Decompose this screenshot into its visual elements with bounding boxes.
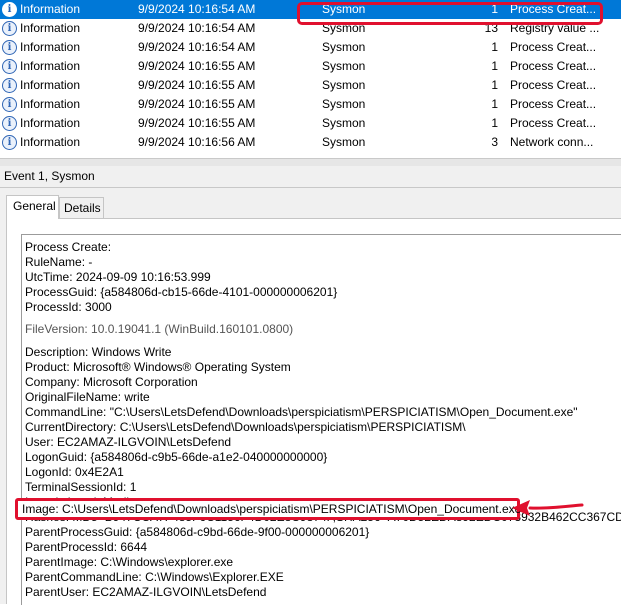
event-text-line: CurrentDirectory: C:\Users\LetsDefend\Do… — [25, 420, 466, 434]
event-id-cell: 1 — [491, 116, 498, 130]
source-cell: Sysmon — [322, 21, 366, 35]
event-list[interactable]: i Information 9/9/2024 10:16:54 AM Sysmon 1 P… — [0, 0, 621, 158]
event-text-line: ParentProcessGuid: {a584806d-c9bd-66de-9… — [25, 525, 370, 539]
task-category-cell: Process Creat... — [510, 97, 597, 111]
task-category-cell: Network conn... — [510, 135, 594, 149]
event-text-line: ProcessId: 3000 — [25, 300, 112, 314]
level-cell: Information — [20, 59, 81, 73]
event-description-text[interactable]: Process Create: RuleName: - UtcTime: 2024-… — [21, 234, 621, 605]
level-cell: Information — [20, 21, 81, 35]
level-cell: Information — [20, 97, 81, 111]
info-icon: i — [2, 116, 17, 131]
image-path-line: Image: C:\Users\LetsDefend\Downloads\per… — [22, 502, 522, 516]
source-cell: Sysmon — [322, 78, 366, 92]
info-icon: i — [2, 21, 17, 36]
source-cell: Sysmon — [322, 97, 366, 111]
event-id-cell: 13 — [484, 21, 498, 35]
event-text-line: TerminalSessionId: 1 — [25, 480, 137, 494]
event-text-line: FileVersion: 10.0.19041.1 (WinBuild.1601… — [25, 322, 294, 336]
date-cell: 9/9/2024 10:16:55 AM — [138, 59, 256, 73]
tab-details[interactable]: Details — [59, 197, 104, 218]
date-cell: 9/9/2024 10:16:55 AM — [138, 116, 256, 130]
task-category-cell: Process Creat... — [510, 78, 597, 92]
info-icon: i — [2, 2, 17, 17]
event-details-pane: Details General Process Create: RuleName:… — [0, 188, 621, 605]
date-cell: 9/9/2024 10:16:54 AM — [138, 40, 256, 54]
table-row[interactable]: i Information 9/9/2024 10:16:54 AM Sysmon 1 P… — [0, 0, 621, 19]
event-id-cell: 1 — [491, 59, 498, 73]
event-text-line: LogonId: 0x4E2A1 — [25, 465, 124, 479]
event-text-line: RuleName: - — [25, 255, 93, 269]
table-row[interactable]: i Information 9/9/2024 10:16:55 AM Sysmon 1 P… — [0, 95, 621, 114]
event-text-line: Process Create: — [25, 240, 112, 254]
table-row[interactable]: i Information 9/9/2024 10:16:55 AM Sysmon 1 P… — [0, 76, 621, 95]
event-text-line: Company: Microsoft Corporation — [25, 375, 198, 389]
task-category-cell: Process Creat... — [510, 40, 597, 54]
event-text-line: OriginalFileName: write — [25, 390, 150, 404]
info-icon: i — [2, 78, 17, 93]
event-text-line: ParentCommandLine: C:\Windows\Explorer.E… — [25, 570, 284, 584]
source-cell: Sysmon — [322, 59, 366, 73]
event-id-cell: 1 — [491, 2, 498, 16]
table-row[interactable]: i Information 9/9/2024 10:16:54 AM Sysmon 13… — [0, 19, 621, 38]
event-id-cell: 3 — [491, 135, 498, 149]
level-cell: Information — [20, 2, 81, 16]
event-text-line: ProcessGuid: {a584806d-cb15-66de-4101-00… — [25, 285, 338, 299]
event-text-line: ParentUser: EC2AMAZ-ILGVOIN\LetsDefend — [25, 585, 267, 599]
event-header: Event 1, Sysmon — [0, 166, 621, 188]
pane-splitter[interactable] — [0, 158, 621, 166]
event-text-line: ParentImage: C:\Windows\explorer.exe — [25, 555, 234, 569]
event-id-cell: 1 — [491, 97, 498, 111]
general-tab-panel: Process Create: RuleName: - UtcTime: 2024-… — [6, 218, 621, 605]
level-cell: Information — [20, 116, 81, 130]
task-category-cell: Process Creat... — [510, 2, 597, 16]
task-category-cell: Process Creat... — [510, 59, 597, 73]
event-text-line: User: EC2AMAZ-ILGVOIN\LetsDefend — [25, 435, 232, 449]
event-text-line: UtcTime: 2024-09-09 10:16:53.999 — [25, 270, 211, 284]
table-row[interactable]: i Information 9/9/2024 10:16:55 AM Sysmon 1 P… — [0, 114, 621, 133]
info-icon: i — [2, 97, 17, 112]
event-text-line: Product: Microsoft® Windows® Operating S… — [25, 360, 291, 374]
date-cell: 9/9/2024 10:16:54 AM — [138, 2, 256, 16]
table-row[interactable]: i Information 9/9/2024 10:16:56 AM Sysmon 3 N… — [0, 133, 621, 152]
source-cell: Sysmon — [322, 116, 366, 130]
info-icon: i — [2, 59, 17, 74]
date-cell: 9/9/2024 10:16:56 AM — [138, 135, 256, 149]
highlight-box-image: Image: C:\Users\LetsDefend\Downloads\per… — [15, 498, 522, 520]
event-id-cell: 1 — [491, 78, 498, 92]
date-cell: 9/9/2024 10:16:54 AM — [138, 21, 256, 35]
level-cell: Information — [20, 40, 81, 54]
date-cell: 9/9/2024 10:16:55 AM — [138, 78, 256, 92]
event-id-cell: 1 — [491, 40, 498, 54]
info-icon: i — [2, 135, 17, 150]
event-text-line: ParentProcessId: 6644 — [25, 540, 148, 554]
table-row[interactable]: i Information 9/9/2024 10:16:55 AM Sysmon 1 P… — [0, 57, 621, 76]
task-category-cell: Process Creat... — [510, 116, 597, 130]
info-icon: i — [2, 40, 17, 55]
event-title: Event 1, Sysmon — [4, 169, 95, 183]
event-text-line: Description: Windows Write — [25, 345, 172, 359]
source-cell: Sysmon — [322, 40, 366, 54]
level-cell: Information — [20, 135, 81, 149]
tab-general[interactable]: General — [6, 195, 59, 219]
source-cell: Sysmon — [322, 135, 366, 149]
level-cell: Information — [20, 78, 81, 92]
date-cell: 9/9/2024 10:16:55 AM — [138, 97, 256, 111]
source-cell: Sysmon — [322, 2, 366, 16]
table-row[interactable]: i Information 9/9/2024 10:16:54 AM Sysmon 1 P… — [0, 38, 621, 57]
event-text-line: CommandLine: "C:\Users\LetsDefend\Downlo… — [25, 405, 578, 419]
task-category-cell: Registry value ... — [510, 21, 600, 35]
event-text-line: LogonGuid: {a584806d-c9b5-66de-a1e2-0400… — [25, 450, 328, 464]
